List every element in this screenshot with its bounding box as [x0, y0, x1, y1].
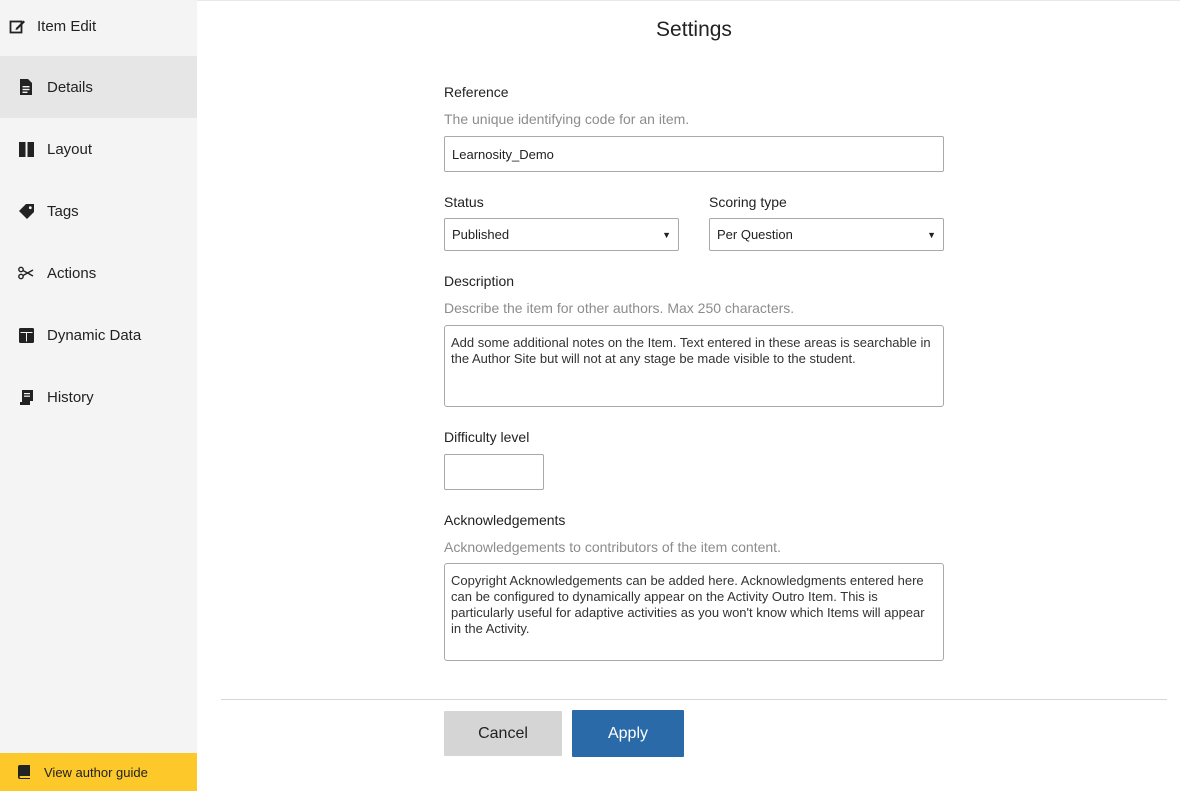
acknowledgements-hint: Acknowledgements to contributors of the … [444, 539, 781, 555]
sidebar-item-label: History [47, 388, 94, 406]
scoring-type-label: Scoring type [709, 194, 787, 210]
sidebar-item-dynamic-data[interactable]: Dynamic Data [0, 304, 197, 366]
sidebar-header-label: Item Edit [37, 17, 97, 35]
difficulty-label: Difficulty level [444, 429, 530, 445]
scoring-type-select[interactable]: Per Question ▼ [709, 218, 944, 251]
tag-icon [18, 203, 34, 219]
caret-down-icon: ▼ [927, 229, 936, 240]
description-label: Description [444, 273, 515, 289]
sidebar-item-layout[interactable]: Layout [0, 118, 197, 180]
apply-button[interactable]: Apply [572, 710, 684, 757]
scissors-icon [18, 265, 34, 281]
sidebar-item-details[interactable]: Details [0, 56, 197, 118]
sidebar-item-label: Dynamic Data [47, 326, 142, 344]
description-hint: Describe the item for other authors. Max… [444, 300, 795, 316]
sidebar-header-item-edit[interactable]: Item Edit [0, 0, 197, 52]
reference-value: Learnosity_Demo [452, 146, 554, 162]
cancel-button[interactable]: Cancel [444, 711, 562, 756]
status-select[interactable]: Published ▼ [444, 218, 679, 251]
columns-icon [18, 141, 34, 157]
reference-label: Reference [444, 84, 509, 100]
sidebar-item-label: Tags [47, 202, 79, 220]
reference-hint: The unique identifying code for an item. [444, 111, 690, 127]
status-value: Published [452, 227, 510, 242]
top-divider [197, 0, 1180, 1]
reference-input[interactable]: Learnosity_Demo [444, 136, 944, 172]
acknowledgements-textarea[interactable]: Copyright Acknowledgements can be added … [444, 563, 944, 661]
sidebar-item-label: Details [47, 78, 93, 96]
table-icon [18, 327, 34, 343]
difficulty-input[interactable] [444, 454, 544, 490]
document-icon [18, 79, 34, 95]
sidebar: Item Edit Details Layout Tags Actions Dy… [0, 0, 197, 791]
book-icon [17, 765, 31, 779]
status-label: Status [444, 194, 484, 210]
edit-icon [8, 17, 26, 35]
sidebar-item-label: Actions [47, 264, 97, 282]
description-textarea[interactable]: Add some additional notes on the Item. T… [444, 325, 944, 407]
scoring-type-value: Per Question [717, 227, 793, 242]
page-title: Settings [656, 18, 732, 41]
view-author-guide-button[interactable]: View author guide [0, 753, 197, 791]
sidebar-item-tags[interactable]: Tags [0, 180, 197, 242]
footer-divider [221, 699, 1167, 700]
acknowledgements-label: Acknowledgements [444, 512, 566, 528]
caret-down-icon: ▼ [662, 229, 671, 240]
sidebar-item-actions[interactable]: Actions [0, 242, 197, 304]
sidebar-item-history[interactable]: History [0, 366, 197, 428]
scroll-icon [18, 389, 34, 405]
sidebar-item-label: Layout [47, 140, 93, 158]
guide-label: View author guide [44, 764, 148, 780]
